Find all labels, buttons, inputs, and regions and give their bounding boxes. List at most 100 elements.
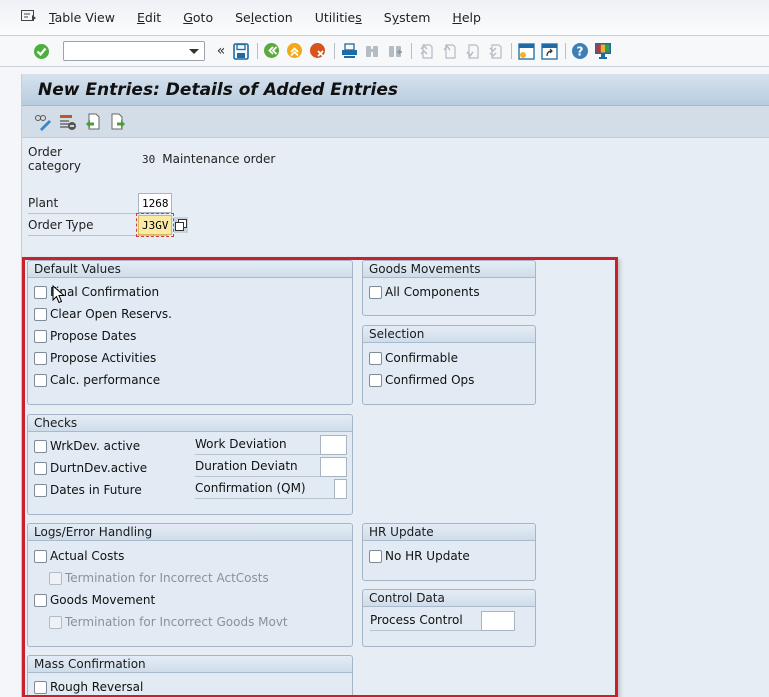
help-icon[interactable]: ?: [571, 42, 589, 60]
exit-icon[interactable]: [286, 42, 304, 60]
toolbar-separator: [257, 43, 258, 59]
next-entry-icon[interactable]: [109, 113, 127, 131]
previous-page-icon[interactable]: [440, 42, 458, 60]
last-page-icon[interactable]: [486, 42, 504, 60]
checkbox[interactable]: [34, 351, 47, 365]
group-checks: Checks WrkDev. active DurtnDev.active Da…: [27, 414, 353, 515]
process-control-label: Process Control: [370, 611, 483, 631]
checkbox[interactable]: [369, 285, 382, 299]
save-icon[interactable]: [232, 42, 250, 60]
checkbox-clear-open-reservs[interactable]: Clear Open Reservs.: [34, 305, 172, 323]
value-help-icon[interactable]: [174, 217, 188, 233]
checkbox[interactable]: [369, 351, 382, 365]
group-goods-movements: Goods Movements All Components: [362, 260, 536, 316]
checkbox[interactable]: [34, 461, 47, 475]
group-hr-update: HR Update No HR Update: [362, 523, 536, 581]
group-header: Checks: [28, 415, 352, 432]
checkbox-calc-performance[interactable]: Calc. performance: [34, 371, 160, 389]
checkbox-confirmable[interactable]: Confirmable: [369, 349, 458, 367]
print-icon[interactable]: [340, 42, 358, 60]
checkbox[interactable]: [34, 439, 47, 453]
checkbox-actual-costs[interactable]: Actual Costs: [34, 547, 124, 565]
checkbox[interactable]: [34, 549, 47, 563]
checkbox-all-components[interactable]: All Components: [369, 283, 480, 301]
generate-shortcut-icon[interactable]: [540, 42, 558, 60]
group-selection: Selection Confirmable Confirmed Ops: [362, 325, 536, 405]
checkbox-confirmed-ops[interactable]: Confirmed Ops: [369, 371, 474, 389]
duration-deviation-label: Duration Deviatn: [195, 457, 321, 477]
menu-selection[interactable]: Selection: [235, 10, 293, 25]
checkbox-rough-reversal[interactable]: Rough Reversal: [34, 678, 143, 696]
enter-checkmark-icon[interactable]: [32, 42, 50, 60]
checkbox-termination-actcosts: Termination for Incorrect ActCosts: [49, 569, 269, 587]
back-icon[interactable]: [263, 42, 281, 60]
checkbox[interactable]: [34, 373, 47, 387]
process-control-input[interactable]: [481, 611, 515, 631]
customize-layout-icon[interactable]: [594, 42, 612, 60]
duration-deviation-input[interactable]: [320, 457, 347, 477]
checkbox-wrkdev-active[interactable]: WrkDev. active: [34, 437, 140, 455]
checkbox[interactable]: [34, 593, 47, 607]
group-logs-error-handling: Logs/Error Handling Actual Costs Termina…: [27, 523, 353, 647]
group-header: Control Data: [363, 590, 535, 607]
group-header: HR Update: [363, 524, 535, 541]
checkbox[interactable]: [34, 307, 47, 321]
command-dropdown-icon[interactable]: [189, 49, 199, 54]
checkbox-propose-activities[interactable]: Propose Activities: [34, 349, 156, 367]
order-category-label: Order category: [28, 145, 82, 173]
find-icon[interactable]: [363, 42, 381, 60]
checkbox[interactable]: [34, 483, 47, 497]
page-title: New Entries: Details of Added Entries: [38, 79, 399, 100]
checkbox-dates-in-future[interactable]: Dates in Future: [34, 481, 142, 499]
previous-entry-icon[interactable]: [84, 113, 102, 131]
group-header: Mass Confirmation: [28, 656, 352, 673]
order-category-text: Maintenance order: [162, 152, 276, 166]
checkbox-termination-goods-movt: Termination for Incorrect Goods Movt: [49, 613, 288, 631]
group-default-values: Default Values Final Confirmation Clear …: [27, 260, 353, 405]
checkbox[interactable]: [34, 329, 47, 343]
plant-input[interactable]: 1268: [138, 193, 172, 213]
svg-text:?: ?: [577, 45, 584, 59]
group-header: Default Values: [28, 261, 352, 278]
checkbox-no-hr-update[interactable]: No HR Update: [369, 547, 470, 565]
menu-system[interactable]: System: [384, 10, 431, 25]
group-header: Selection: [363, 326, 535, 343]
group-control-data: Control Data Process Control: [362, 589, 536, 647]
checkbox[interactable]: [369, 549, 382, 563]
menu-table-view[interactable]: Table View: [49, 10, 115, 25]
next-page-icon[interactable]: [463, 42, 481, 60]
order-category-code: 30: [142, 152, 156, 166]
order-type-input[interactable]: J3GV: [136, 213, 174, 237]
menu-edit[interactable]: Edit: [137, 10, 161, 25]
checkbox: [49, 571, 62, 585]
work-deviation-input[interactable]: [320, 435, 347, 455]
menu-bar: Table View Edit Goto Selection Utilities…: [0, 0, 769, 36]
command-field[interactable]: [63, 41, 205, 61]
work-deviation-label: Work Deviation: [195, 435, 321, 455]
checkbox[interactable]: [34, 285, 47, 299]
checkbox-final-confirmation[interactable]: Final Confirmation: [34, 283, 159, 301]
group-header: Goods Movements: [363, 261, 535, 278]
delete-row-icon[interactable]: [59, 113, 77, 131]
find-next-icon[interactable]: [386, 42, 404, 60]
checkbox: [49, 615, 62, 629]
checkbox-propose-dates[interactable]: Propose Dates: [34, 327, 136, 345]
menu-help[interactable]: Help: [452, 10, 481, 25]
create-session-icon[interactable]: [517, 42, 535, 60]
display-change-icon[interactable]: [34, 113, 52, 131]
menu-utilities[interactable]: Utilities: [315, 10, 362, 25]
collapse-chevrons-icon[interactable]: «: [215, 42, 227, 60]
content-area: New Entries: Details of Added Entries Or…: [21, 74, 769, 697]
order-category-row: Order category 30 Maintenance order: [28, 145, 276, 173]
confirmation-qm-input[interactable]: [334, 479, 347, 499]
checkbox-goods-movement[interactable]: Goods Movement: [34, 591, 155, 609]
checkbox[interactable]: [34, 680, 47, 694]
checkbox-durtndev-active[interactable]: DurtnDev.active: [34, 459, 147, 477]
command-input[interactable]: [64, 42, 182, 60]
menu-icon[interactable]: [21, 9, 37, 23]
cancel-icon[interactable]: [309, 42, 327, 60]
first-page-icon[interactable]: [417, 42, 435, 60]
toolbar-separator: [565, 43, 566, 59]
menu-goto[interactable]: Goto: [183, 10, 213, 25]
checkbox[interactable]: [369, 373, 382, 387]
